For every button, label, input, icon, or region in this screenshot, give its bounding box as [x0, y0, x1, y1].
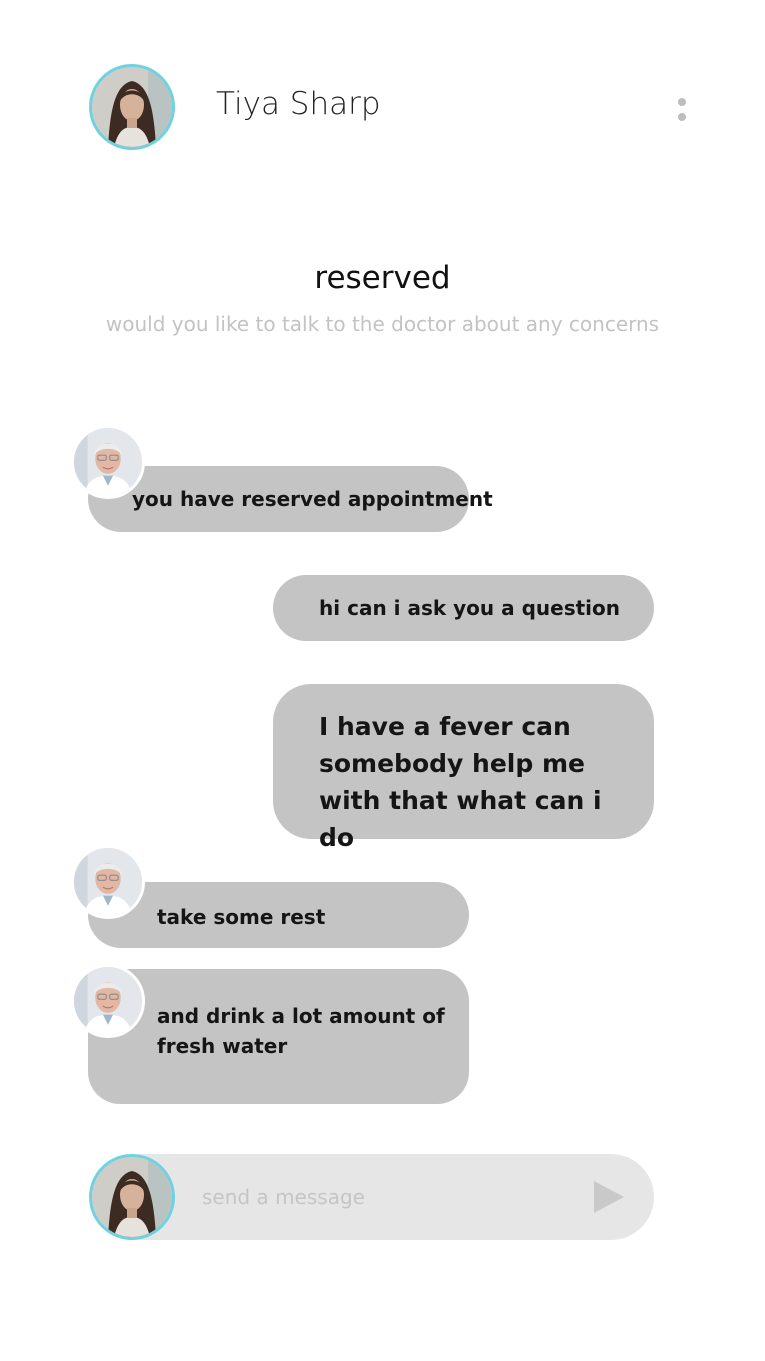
- message-bubble-doctor: take some rest: [88, 882, 469, 948]
- message-text: and drink a lot amount of fresh water: [157, 1004, 445, 1058]
- message-bubble-user: I have a fever can somebody help me with…: [273, 684, 654, 852]
- status-subtitle: would you like to talk to the doctor abo…: [105, 312, 660, 336]
- doctor-avatar-icon: [74, 428, 142, 496]
- more-vertical-icon[interactable]: [670, 94, 694, 128]
- message-input[interactable]: [202, 1154, 572, 1240]
- message-bubble-doctor: and drink a lot amount of fresh water: [88, 969, 469, 1104]
- message-composer: [100, 1154, 654, 1240]
- message-text: you have reserved appointment: [132, 487, 493, 511]
- user-avatar-icon: [92, 1157, 172, 1237]
- message-bubble-doctor: you have reserved appointment: [88, 466, 493, 532]
- menu-dot: [678, 113, 686, 121]
- menu-dot: [678, 98, 686, 106]
- contact-avatar[interactable]: [89, 64, 175, 150]
- composer-user-avatar[interactable]: [89, 1154, 175, 1240]
- send-icon[interactable]: [592, 1180, 626, 1214]
- doctor-avatar[interactable]: [71, 845, 145, 919]
- message-text: hi can i ask you a question: [319, 596, 620, 620]
- message-text: take some rest: [157, 905, 326, 929]
- status-title: reserved: [314, 260, 451, 296]
- user-avatar-icon: [92, 67, 172, 147]
- message-text: I have a fever can somebody help me with…: [319, 712, 602, 852]
- contact-name[interactable]: Tiya Sharp: [216, 86, 381, 122]
- message-bubble-user: hi can i ask you a question: [273, 575, 654, 641]
- doctor-avatar-icon: [74, 848, 142, 916]
- doctor-avatar-icon: [74, 967, 142, 1035]
- doctor-avatar[interactable]: [71, 425, 145, 499]
- doctor-avatar[interactable]: [71, 964, 145, 1038]
